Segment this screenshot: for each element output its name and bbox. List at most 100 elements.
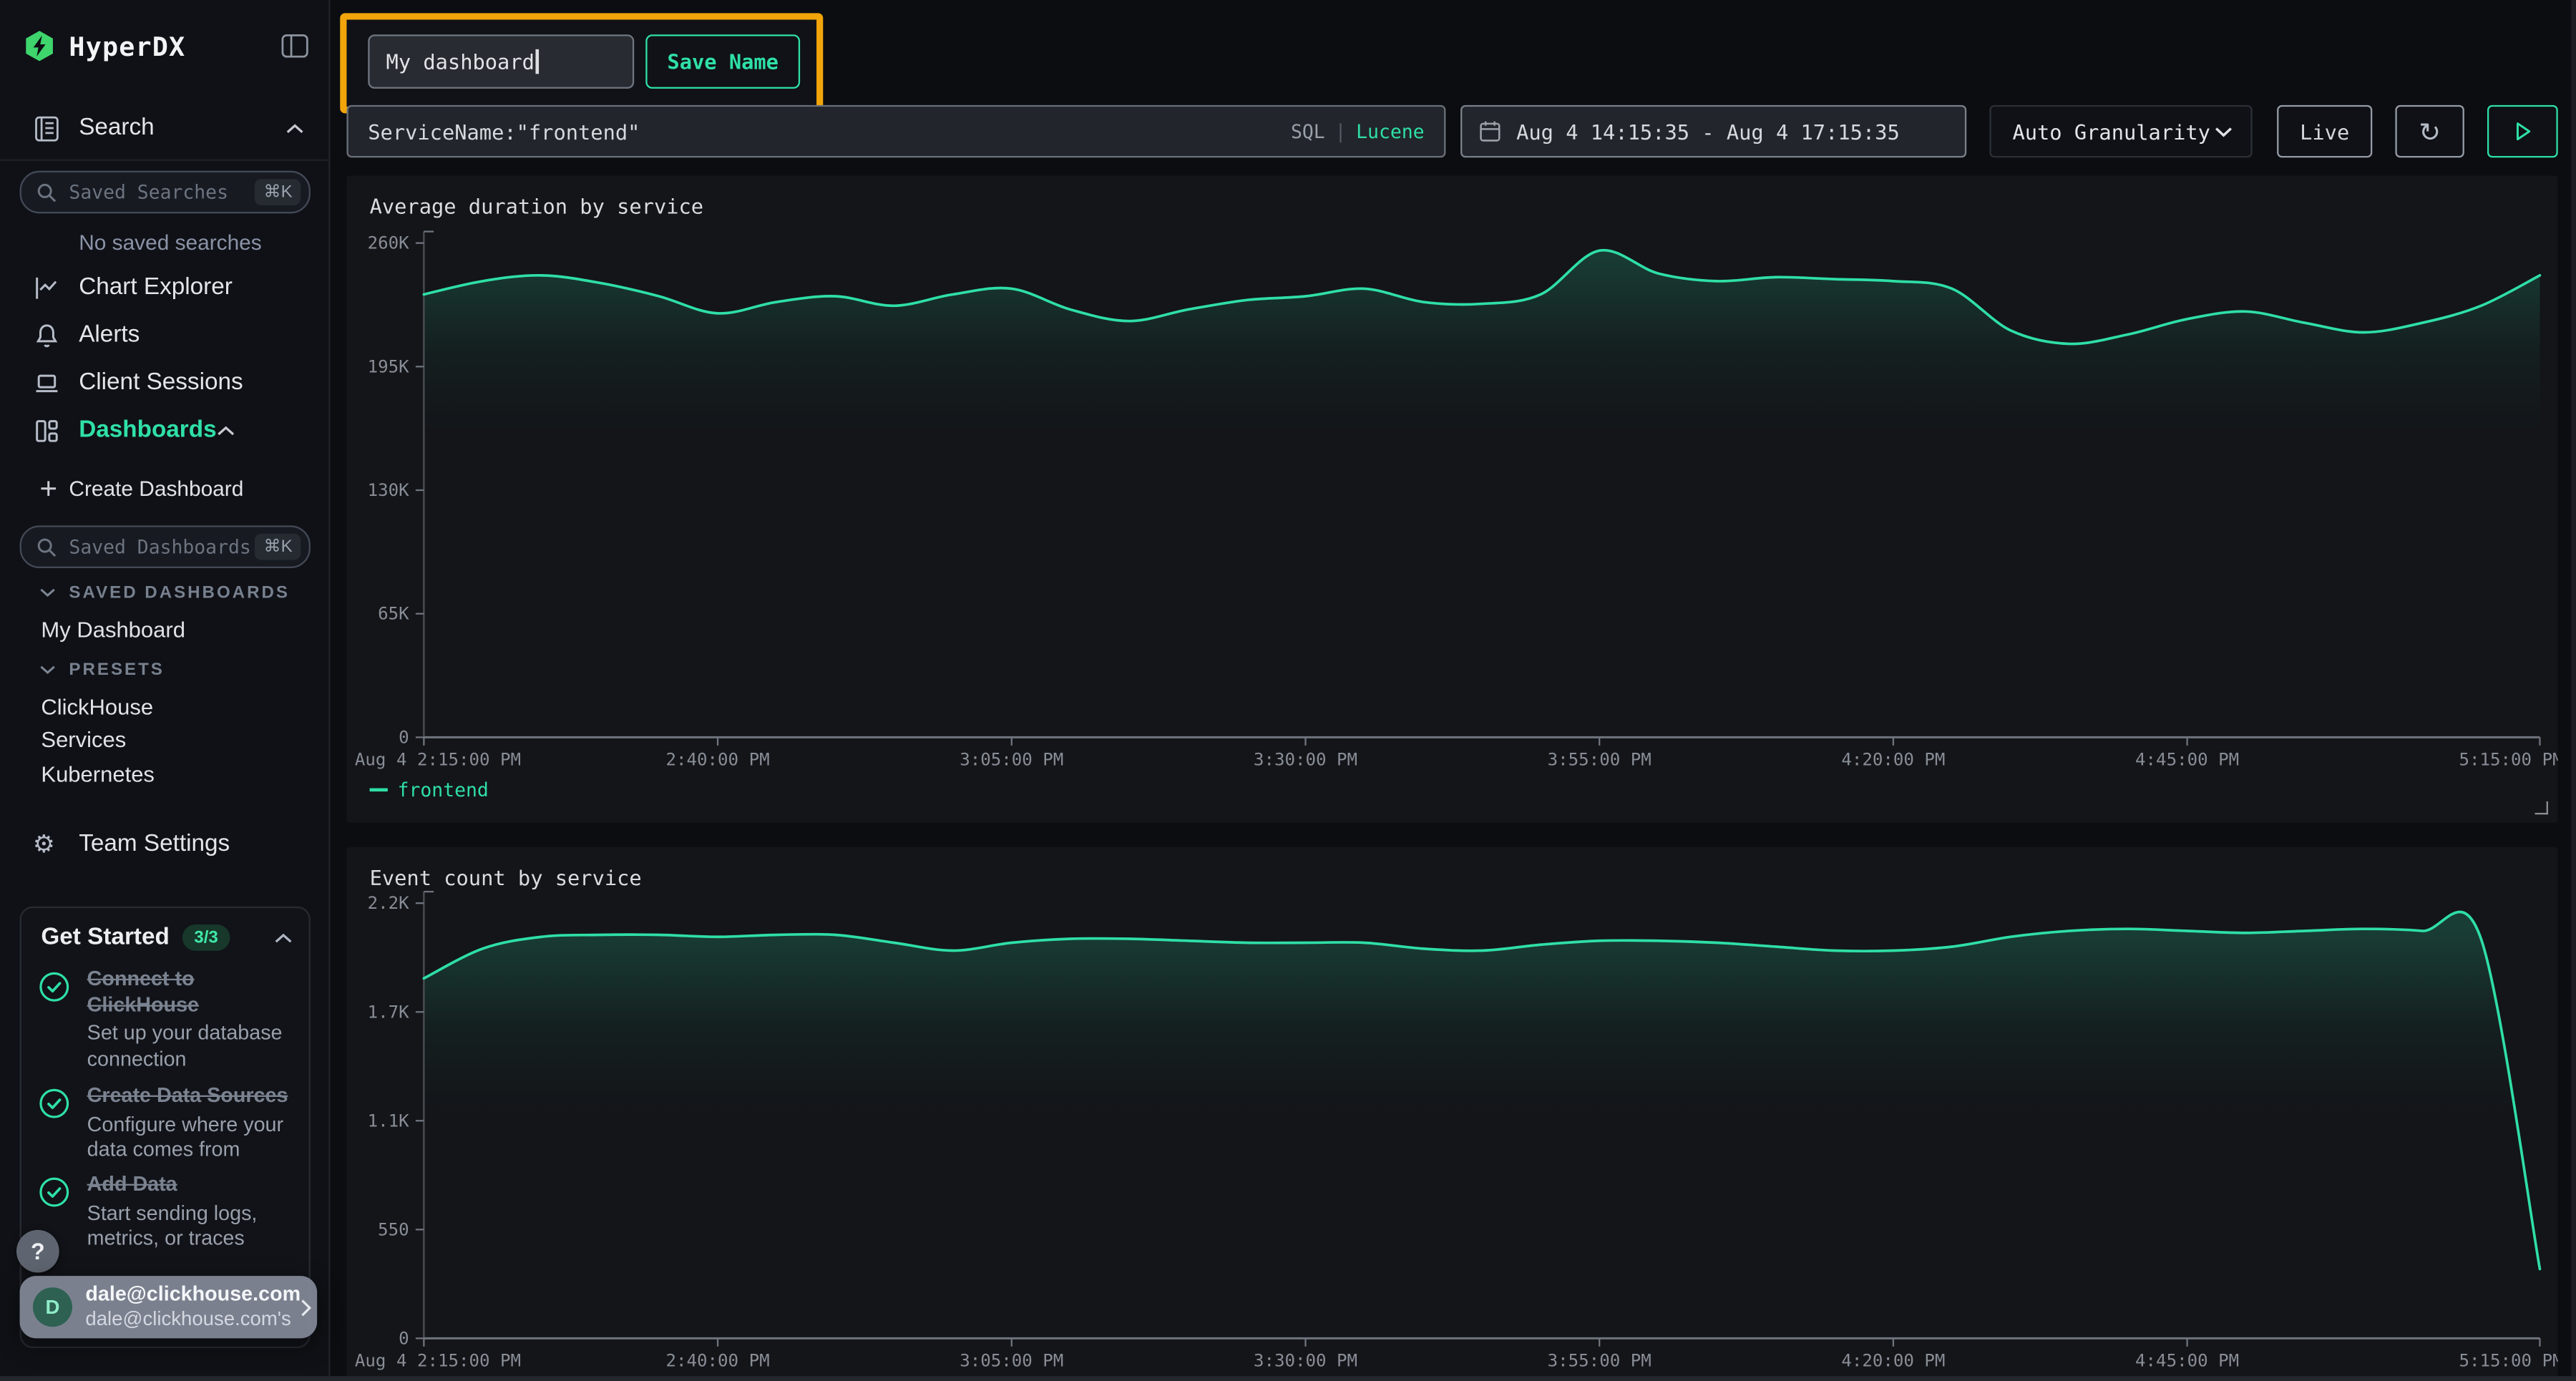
- sidebar-item-client-sessions[interactable]: Client Sessions: [0, 360, 328, 406]
- preset-item-kubernetes[interactable]: Kubernetes: [41, 762, 155, 786]
- chevron-up-icon: [217, 416, 235, 445]
- svg-text:4:45:00 PM: 4:45:00 PM: [2135, 749, 2239, 769]
- svg-text:5:15:00 PM: 5:15:00 PM: [2459, 749, 2558, 769]
- section-saved-dashboards[interactable]: SAVED DASHBOARDS: [39, 583, 290, 603]
- chevron-up-icon: [274, 932, 292, 943]
- progress-badge: 3/3: [182, 924, 230, 951]
- vertical-scrollbar[interactable]: [2571, 0, 2576, 1381]
- saved-dashboard-item[interactable]: My Dashboard: [41, 618, 185, 642]
- sidebar-item-chart-explorer[interactable]: Chart Explorer: [0, 264, 328, 310]
- avg-duration-chart[interactable]: 065K130K195K260KAug 4 2:15:00 PM2:40:00 …: [346, 176, 2557, 823]
- svg-text:2:40:00 PM: 2:40:00 PM: [666, 1350, 770, 1370]
- live-button[interactable]: Live: [2277, 105, 2372, 157]
- granularity-select[interactable]: Auto Granularity: [1989, 105, 2252, 157]
- svg-text:2:40:00 PM: 2:40:00 PM: [666, 749, 770, 769]
- lucene-toggle[interactable]: Lucene: [1356, 120, 1424, 143]
- gear-icon: ⚙: [33, 831, 61, 856]
- help-label: ?: [31, 1238, 45, 1264]
- dashboard-name-input[interactable]: My dashboard: [368, 34, 634, 89]
- refresh-button[interactable]: ↻: [2395, 105, 2464, 157]
- time-range-value: Aug 4 14:15:35 - Aug 4 17:15:35: [1516, 119, 1900, 143]
- section-label: SAVED DASHBOARDS: [69, 583, 290, 603]
- panel-resize-handle[interactable]: [2535, 801, 2548, 814]
- sidebar-item-alerts[interactable]: Alerts: [0, 312, 328, 358]
- saved-searches-placeholder: Saved Searches: [69, 180, 228, 203]
- sidebar-item-label: Team Settings: [79, 831, 230, 857]
- svg-text:Aug 4 2:15:00 PM: Aug 4 2:15:00 PM: [355, 1350, 521, 1370]
- search-icon: [36, 182, 58, 203]
- save-name-button[interactable]: Save Name: [645, 34, 800, 89]
- checklist-item-sources[interactable]: Create Data Sources Configure where your…: [38, 1084, 296, 1163]
- time-range-picker[interactable]: Aug 4 14:15:35 - Aug 4 17:15:35: [1460, 105, 1966, 157]
- sidebar-item-team-settings[interactable]: ⚙ Team Settings: [0, 823, 328, 866]
- text-caret: [536, 49, 538, 74]
- search-query-input[interactable]: ServiceName:"frontend" SQL | Lucene: [346, 105, 1445, 157]
- preset-item-clickhouse[interactable]: ClickHouse: [41, 695, 153, 719]
- user-menu[interactable]: D dale@clickhouse.com dale@clickhouse.co…: [20, 1276, 318, 1338]
- query-language-toggle: SQL | Lucene: [1291, 120, 1425, 143]
- search-icon: [36, 536, 58, 557]
- check-circle-icon: [38, 1087, 71, 1163]
- checklist-title: Connect to ClickHouse: [87, 967, 291, 1019]
- saved-dashboards-placeholder: Saved Dashboards: [69, 535, 250, 558]
- get-started-header[interactable]: Get Started 3/3: [41, 924, 292, 951]
- svg-text:3:55:00 PM: 3:55:00 PM: [1548, 749, 1652, 769]
- tutorial-highlight-box: My dashboard Save Name: [340, 13, 823, 113]
- chevron-down-icon: [2215, 126, 2233, 137]
- svg-text:3:30:00 PM: 3:30:00 PM: [1254, 749, 1357, 769]
- checklist-item-add-data[interactable]: Add Data Start sending logs, metrics, or…: [38, 1173, 296, 1251]
- section-label: PRESETS: [69, 660, 164, 680]
- svg-text:3:05:00 PM: 3:05:00 PM: [960, 1350, 1063, 1370]
- saved-searches-input[interactable]: Saved Searches ⌘K: [20, 171, 311, 214]
- legend-line-swatch: [370, 789, 388, 792]
- sidebar-item-dashboards[interactable]: Dashboards: [0, 407, 328, 453]
- bell-icon: [33, 321, 61, 349]
- user-org: dale@clickhouse.com's: [85, 1309, 301, 1330]
- dashboard-name-value: My dashboard: [386, 49, 535, 74]
- calendar-icon: [1478, 120, 1501, 143]
- svg-text:2.2K: 2.2K: [368, 893, 410, 913]
- horizontal-scrollbar[interactable]: [0, 1376, 2576, 1381]
- svg-text:65K: 65K: [378, 604, 409, 624]
- query-value: ServiceName:"frontend": [368, 119, 640, 143]
- svg-text:195K: 195K: [368, 356, 410, 376]
- run-query-button[interactable]: [2487, 105, 2558, 157]
- sidebar-item-label: Alerts: [79, 322, 140, 348]
- chart-title: Event count by service: [370, 865, 642, 889]
- event-count-chart[interactable]: 05501.1K1.7K2.2KAug 4 2:15:00 PM2:40:00 …: [346, 847, 2557, 1381]
- sidebar-item-search[interactable]: Search: [0, 107, 328, 150]
- sidebar-item-label: Search: [79, 115, 155, 142]
- sidebar-collapse-icon[interactable]: [281, 33, 309, 59]
- svg-text:550: 550: [378, 1219, 409, 1239]
- sidebar-divider: [0, 160, 328, 161]
- chart-panel-event-count: 05501.1K1.7K2.2KAug 4 2:15:00 PM2:40:00 …: [346, 847, 2557, 1381]
- saved-dashboards-input[interactable]: Saved Dashboards ⌘K: [20, 525, 311, 568]
- checklist-item-connect[interactable]: Connect to ClickHouse Set up your databa…: [38, 967, 296, 1072]
- avatar: D: [33, 1287, 72, 1327]
- get-started-title: Get Started: [41, 924, 169, 951]
- help-button[interactable]: ?: [16, 1230, 59, 1273]
- chart-explorer-icon: [33, 273, 61, 301]
- check-circle-icon: [38, 970, 71, 1072]
- create-dashboard-button[interactable]: Create Dashboard: [0, 469, 328, 505]
- svg-text:3:55:00 PM: 3:55:00 PM: [1548, 1350, 1652, 1370]
- svg-text:1.7K: 1.7K: [368, 1002, 410, 1022]
- dashboards-grid-icon: [33, 416, 61, 444]
- svg-text:4:20:00 PM: 4:20:00 PM: [1841, 1350, 1945, 1370]
- svg-text:0: 0: [399, 1328, 409, 1348]
- preset-item-services[interactable]: Services: [41, 728, 126, 752]
- sql-toggle[interactable]: SQL: [1291, 120, 1325, 143]
- sidebar-item-label: Chart Explorer: [79, 274, 233, 301]
- section-presets[interactable]: PRESETS: [39, 660, 165, 680]
- granularity-value: Auto Granularity: [2012, 119, 2210, 143]
- play-icon: [2514, 122, 2531, 142]
- chevron-down-icon: [39, 665, 56, 675]
- chevron-up-icon: [286, 122, 303, 134]
- svg-text:4:45:00 PM: 4:45:00 PM: [2135, 1350, 2239, 1370]
- create-dashboard-label: Create Dashboard: [69, 475, 243, 499]
- chart-title: Average duration by service: [370, 194, 704, 218]
- checklist-desc: Set up your database connection: [87, 1022, 291, 1072]
- svg-text:130K: 130K: [368, 480, 410, 500]
- svg-text:5:15:00 PM: 5:15:00 PM: [2459, 1350, 2558, 1370]
- hyperdx-logo-icon[interactable]: [23, 29, 56, 62]
